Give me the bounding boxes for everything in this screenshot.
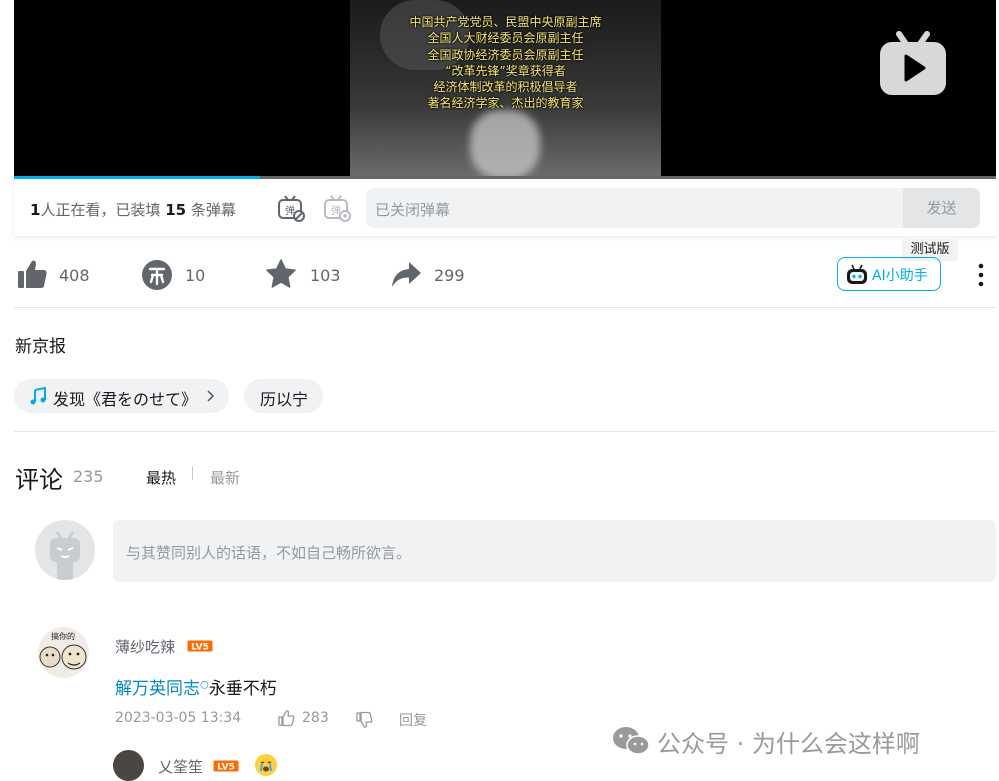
commenter-avatar[interactable]: 搞你的 <box>38 627 89 678</box>
caption-line: “改革先锋”奖章获得者 <box>445 63 566 78</box>
danmaku-count-unit: 条弹幕 <box>190 201 236 219</box>
video-frame-shape <box>470 110 540 179</box>
coin-count: 10 <box>185 266 206 285</box>
default-avatar-tv-icon <box>50 531 80 580</box>
share-count: 299 <box>434 266 465 285</box>
comments-count: 235 <box>73 467 104 486</box>
watermark-text: 公众号 · 为什么会这样啊 <box>657 730 920 758</box>
danmaku-count: 15 <box>165 201 187 219</box>
bilibili-play-logo-icon[interactable] <box>879 30 947 96</box>
danmaku-input[interactable]: 已关闭弹幕 发送 <box>366 188 980 228</box>
caption-line: 著名经济学家、杰出的教育家 <box>427 96 584 111</box>
danmaku-input-placeholder: 已关闭弹幕 <box>375 201 451 219</box>
video-progress-bar[interactable] <box>14 176 996 179</box>
share-arrow-icon[interactable] <box>390 258 422 290</box>
video-player[interactable]: 中国共产党党员、民盟中央原副主席 全国人大财经委员会原副主任 全国政协经济委员会… <box>14 0 996 179</box>
comment-date: 2023-03-05 13:34 <box>115 710 242 726</box>
topic-tag[interactable]: 历以宁 <box>244 379 323 413</box>
danmaku-toggle-icon[interactable]: 弹 <box>277 194 305 222</box>
viewer-text: 人正在看，已装填 <box>40 201 161 219</box>
comment-dislike-icon[interactable] <box>355 711 373 729</box>
danmaku-status: 1人正在看，已装填 15 条弹幕 <box>30 199 236 220</box>
comment-like-icon[interactable] <box>277 709 295 727</box>
video-progress-fill <box>14 176 260 179</box>
viewer-count: 1 <box>30 201 41 219</box>
video-frame: 中国共产党党员、民盟中央原副主席 全国人大财经委员会原副主任 全国政协经济委员会… <box>350 0 661 179</box>
sort-new-tab[interactable]: 最新 <box>210 467 240 488</box>
search-link-icon[interactable]: ○ <box>200 679 209 690</box>
sort-hot-tab[interactable]: 最热 <box>146 467 176 488</box>
ai-assistant-button[interactable]: AI小助手 <box>837 257 941 291</box>
danmaku-bar: 1人正在看，已装填 15 条弹幕 弹 弹 已关闭弹幕 发送 <box>14 180 996 236</box>
reply-avatar[interactable] <box>113 750 144 781</box>
avatar-sticker-text: 搞你的 <box>51 632 75 641</box>
my-avatar[interactable] <box>35 520 95 580</box>
comment-like-count: 283 <box>302 710 329 726</box>
reply-user-name[interactable]: 乂筌笙 <box>158 756 203 777</box>
more-options-icon[interactable] <box>976 262 986 288</box>
level-badge-icon: LV5 <box>213 760 239 772</box>
music-note-icon <box>30 387 46 405</box>
ai-assistant-label: AI小助手 <box>872 268 928 284</box>
comments-title: 评论 <box>15 466 63 494</box>
divider <box>14 307 996 308</box>
video-caption: 中国共产党党员、民盟中央原副主席 全国人大财经委员会原副主任 全国政协经济委员会… <box>350 14 661 112</box>
comment-input[interactable]: 与其赞同别人的话语，不如自己畅所欲言。 <box>113 520 996 582</box>
comment-reply-button[interactable]: 回复 <box>399 710 427 730</box>
music-tag-label: 发现《君をのせて》 <box>53 390 198 409</box>
like-count: 408 <box>59 266 90 285</box>
caption-line: 全国政协经济委员会原副主任 <box>427 47 584 62</box>
level-badge-text: LV5 <box>217 763 235 773</box>
favorite-star-icon[interactable] <box>265 258 297 290</box>
commenter-name[interactable]: 薄纱吃辣 <box>115 636 175 657</box>
wechat-icon <box>613 727 650 755</box>
danmaku-send-button[interactable]: 发送 <box>903 188 980 228</box>
robot-icon <box>847 264 867 284</box>
topic-tag-label: 历以宁 <box>260 390 309 409</box>
like-icon[interactable] <box>16 258 48 290</box>
caption-line: 中国共产党党员、民盟中央原副主席 <box>409 15 602 29</box>
level-badge-icon: LV5 <box>187 640 213 652</box>
commenter-name-text: 薄纱吃辣 <box>115 638 176 656</box>
danmaku-settings-icon[interactable]: 弹 <box>323 194 351 222</box>
caption-line: 全国人大财经委员会原副主任 <box>427 31 584 46</box>
chevron-right-icon <box>207 390 215 402</box>
sort-divider <box>192 466 193 480</box>
coin-icon[interactable] <box>141 259 173 291</box>
uploader-name[interactable]: 新京报 <box>15 332 66 357</box>
comment-input-placeholder: 与其赞同别人的话语，不如自己畅所欲言。 <box>126 544 412 562</box>
divider <box>14 431 996 432</box>
comment-text: 解万英同志○永垂不朽 <box>115 674 277 699</box>
comment-body: 永垂不朽 <box>208 679 277 699</box>
comment-search-link[interactable]: 解万英同志 <box>115 679 200 699</box>
level-badge-text: LV5 <box>191 643 209 653</box>
caption-line: 经济体制改革的积极倡导者 <box>433 80 578 95</box>
music-tag[interactable]: 发现《君をのせて》 <box>14 379 229 413</box>
crying-emoji-icon <box>255 754 277 776</box>
favorite-count: 103 <box>310 266 341 285</box>
